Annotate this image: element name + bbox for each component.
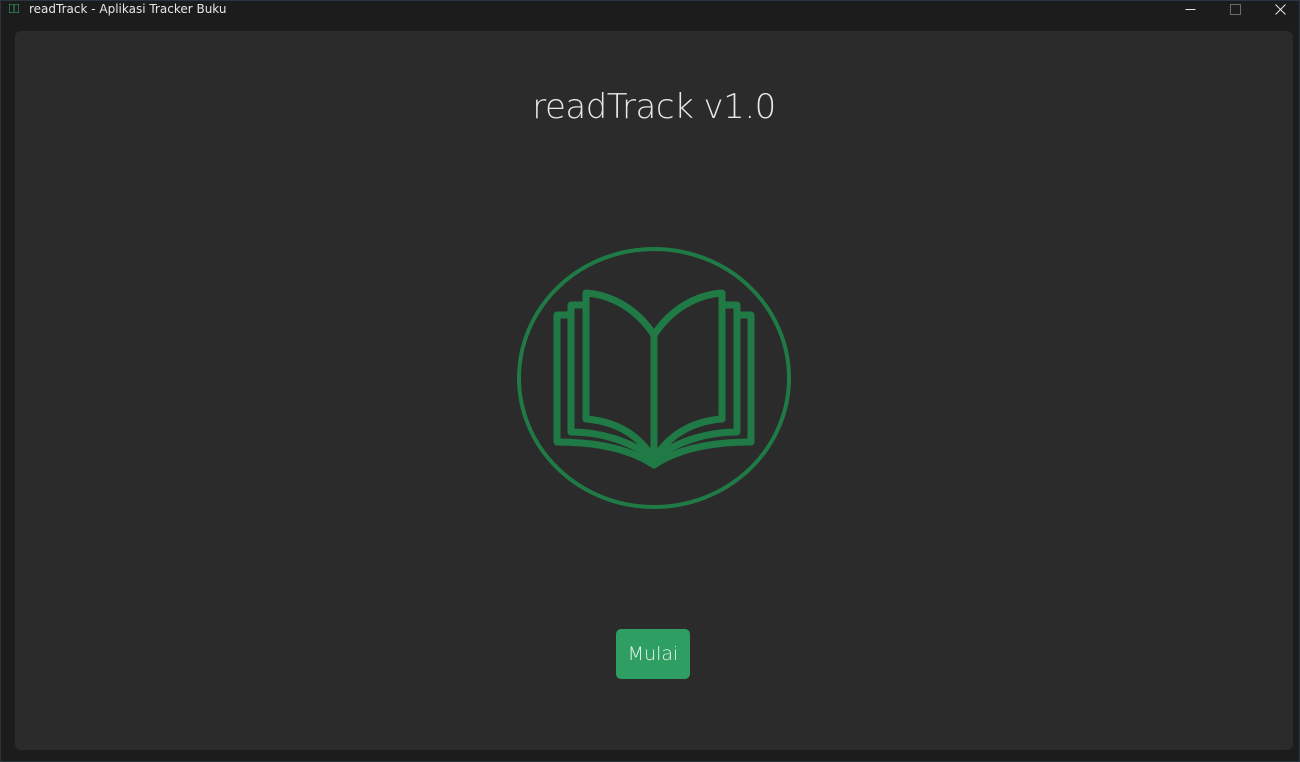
close-button[interactable] [1257,1,1300,17]
close-icon [1274,3,1286,15]
app-icon [9,4,19,13]
maximize-icon [1229,3,1241,15]
open-book-icon [517,247,791,509]
window-title: readTrack - Aplikasi Tracker Buku [29,2,227,16]
page-title: readTrack v1.0 [532,87,776,127]
app-window: readTrack - Aplikasi Tracker Buku readTr… [0,0,1300,762]
title-bar[interactable]: readTrack - Aplikasi Tracker Buku [1,1,1299,17]
start-button[interactable]: Mulai [616,629,690,679]
main-content: readTrack v1.0 Mulai [15,31,1293,750]
minimize-button[interactable] [1167,1,1213,17]
minimize-icon [1185,8,1195,10]
maximize-button[interactable] [1212,1,1258,17]
